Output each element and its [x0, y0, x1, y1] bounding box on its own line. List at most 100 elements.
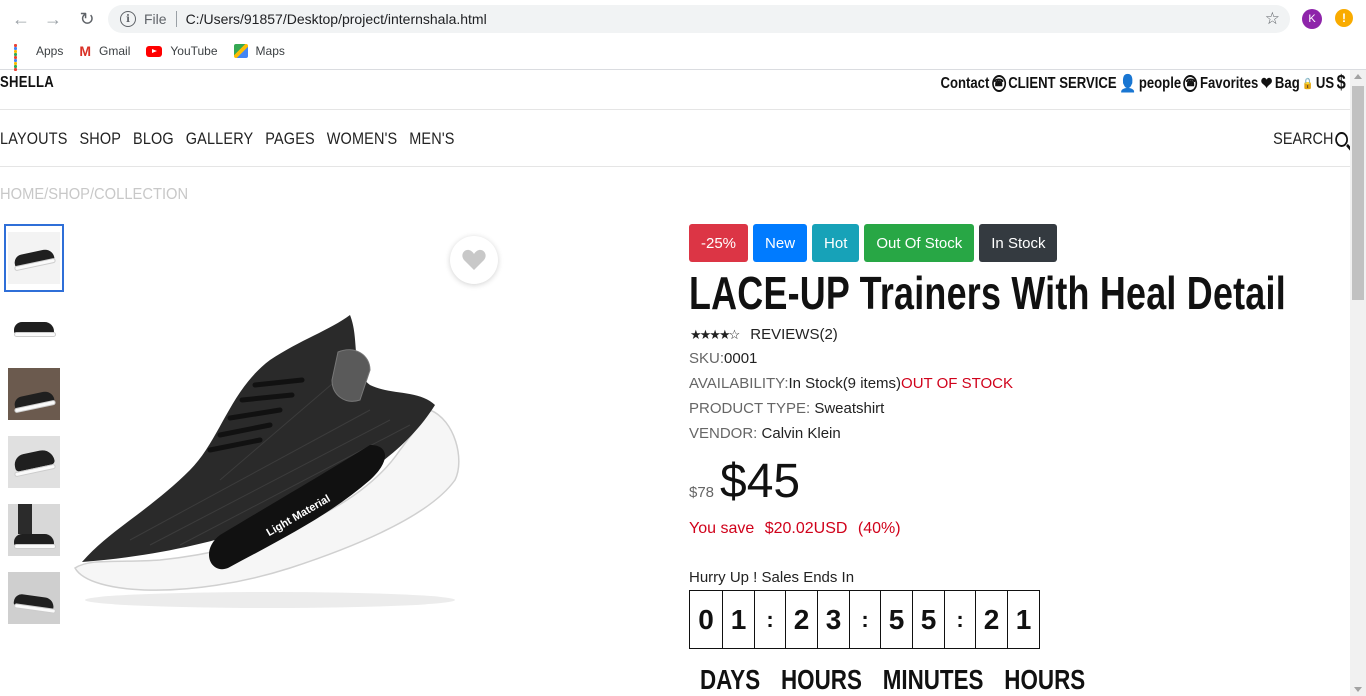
bookmark-label: Apps [36, 44, 64, 58]
thumbnail-image [8, 300, 60, 352]
countdown-digit: 5 [912, 591, 944, 648]
apps-grid-icon [14, 44, 28, 71]
countdown-separator: : [754, 591, 785, 648]
page-scrollbar[interactable] [1350, 70, 1366, 696]
badge-hot[interactable]: Hot [812, 224, 860, 262]
scroll-down-icon[interactable] [1354, 687, 1362, 692]
bookmark-label: Maps [255, 44, 285, 58]
reviews-link[interactable]: REVIEWS(2) [750, 326, 838, 343]
menu-item-gallery[interactable]: GALLERY [186, 129, 254, 149]
address-bar[interactable]: i File C:/Users/91857/Desktop/project/in… [108, 5, 1290, 33]
vendor-label: VENDOR: [689, 425, 758, 442]
profile-avatar[interactable]: K [1302, 9, 1322, 29]
product-type-row: PRODUCT TYPE: Sweatshirt [689, 400, 884, 417]
thumbnail-5[interactable] [4, 496, 64, 564]
phone-icon: ☎ [1183, 75, 1198, 92]
menu-item-blog[interactable]: BLOG [133, 129, 174, 149]
youtube-icon [146, 45, 163, 57]
thumbnail-3[interactable] [4, 360, 64, 428]
url-scheme: File [144, 11, 167, 27]
web-page: SHELLA Contact ☎ CLIENT SERVICE 👤 people… [0, 70, 1350, 696]
lock-icon: 🔒 [1302, 78, 1314, 90]
old-price: $78 [689, 484, 715, 501]
thumbnail-image [8, 436, 60, 488]
badge-in-stock[interactable]: In Stock [979, 224, 1058, 262]
client-service-link[interactable]: CLIENT SERVICE [1008, 75, 1116, 93]
current-price: $45 [720, 455, 801, 508]
heart-icon [462, 249, 486, 270]
countdown-digit: 5 [880, 591, 912, 648]
url-divider [175, 11, 177, 27]
site-info-icon[interactable]: i [120, 11, 136, 27]
favorite-button[interactable] [450, 236, 498, 284]
breadcrumb[interactable]: HOME/SHOP/COLLECTION [0, 186, 188, 204]
back-icon[interactable]: ← [10, 8, 32, 30]
reload-icon[interactable]: ↻ [76, 8, 98, 30]
vendor-row: VENDOR: Calvin Klein [689, 425, 841, 442]
search-button[interactable]: SEARCH [1273, 129, 1348, 149]
people-link[interactable]: people [1139, 75, 1181, 93]
bookmark-gmail[interactable]: M Gmail [79, 43, 130, 59]
scroll-up-icon[interactable] [1354, 74, 1362, 79]
heart-icon: ❤ [1260, 73, 1273, 93]
countdown-separator: : [849, 591, 880, 648]
countdown-digit: 2 [785, 591, 817, 648]
save-label: You save [689, 520, 755, 537]
phone-icon: ☎ [991, 75, 1006, 92]
scroll-thumb[interactable] [1352, 86, 1364, 300]
countdown-digit: 2 [975, 591, 1007, 648]
thumbnail-4[interactable] [4, 428, 64, 496]
menu-item-mens[interactable]: MEN'S [409, 129, 454, 149]
save-percent: (40%) [857, 520, 901, 537]
product-type-value: Sweatshirt [814, 400, 885, 417]
bookmarks-bar: Apps M Gmail YouTube Maps [14, 42, 301, 71]
thumbnail-image [8, 232, 60, 284]
menu-item-shop[interactable]: SHOP [79, 129, 121, 149]
badge-discount[interactable]: -25% [689, 224, 749, 262]
currency-link[interactable]: US [1316, 75, 1334, 93]
bookmark-star-icon[interactable]: ☆ [1265, 9, 1280, 29]
maps-icon [233, 44, 248, 58]
badge-new[interactable]: New [753, 224, 808, 262]
forward-icon[interactable]: → [42, 8, 64, 30]
thumbnail-image [8, 572, 60, 624]
sku-label: SKU: [689, 350, 725, 367]
brand-logo[interactable]: SHELLA [0, 74, 54, 92]
star-rating-icon: ★★★★☆ [690, 326, 740, 342]
bag-link[interactable]: Bag [1275, 75, 1300, 93]
countdown-units: DAYS HOURS MINUTES HOURS [700, 664, 1106, 696]
main-nav: LAYOUTS SHOP BLOG GALLERY PAGES WOMEN'S … [0, 111, 1350, 167]
availability-row: AVAILABILITY:In Stock(9 items)OUT OF STO… [689, 375, 1013, 392]
menu-item-womens[interactable]: WOMEN'S [327, 129, 398, 149]
favorites-link[interactable]: Favorites [1200, 75, 1258, 93]
savings-text: You save $20.02USD (40%) [689, 520, 907, 538]
thumbnail-1[interactable] [4, 224, 64, 292]
badge-out-of-stock[interactable]: Out Of Stock [864, 224, 975, 262]
countdown-digit: 1 [1007, 591, 1039, 648]
product-type-label: PRODUCT TYPE: [689, 400, 811, 417]
availability-value: In Stock(9 items) [788, 375, 902, 392]
countdown-separator: : [944, 591, 975, 648]
bookmark-youtube[interactable]: YouTube [146, 44, 218, 58]
thumbnail-image [8, 368, 60, 420]
bookmark-apps[interactable]: Apps [14, 44, 64, 71]
menu-item-layouts[interactable]: LAYOUTS [0, 129, 68, 149]
url-text[interactable]: C:/Users/91857/Desktop/project/internsha… [186, 11, 487, 27]
countdown-digit: 3 [817, 591, 849, 648]
gmail-icon: M [79, 43, 92, 59]
bookmark-maps[interactable]: Maps [233, 44, 285, 58]
top-links: Contact ☎ CLIENT SERVICE 👤 people ☎ Favo… [940, 72, 1348, 95]
thumbnail-6[interactable] [4, 564, 64, 632]
menu-item-pages[interactable]: PAGES [265, 129, 315, 149]
browser-chrome: ← → ↻ i File C:/Users/91857/Desktop/proj… [0, 0, 1366, 71]
countdown-digit: 0 [698, 603, 714, 635]
countdown-heading: Hurry Up ! Sales Ends In [689, 569, 855, 586]
contact-link[interactable]: Contact [940, 75, 989, 93]
dollar-icon: $ [1336, 72, 1346, 94]
main-menu: LAYOUTS SHOP BLOG GALLERY PAGES WOMEN'S … [0, 129, 466, 149]
thumbnail-2[interactable] [4, 292, 64, 360]
bookmark-label: YouTube [170, 44, 218, 58]
product-rating: ★★★★☆ REVIEWS(2) [690, 326, 838, 343]
update-alert-icon[interactable]: ! [1335, 9, 1353, 27]
product-image: Light Material [74, 315, 460, 608]
